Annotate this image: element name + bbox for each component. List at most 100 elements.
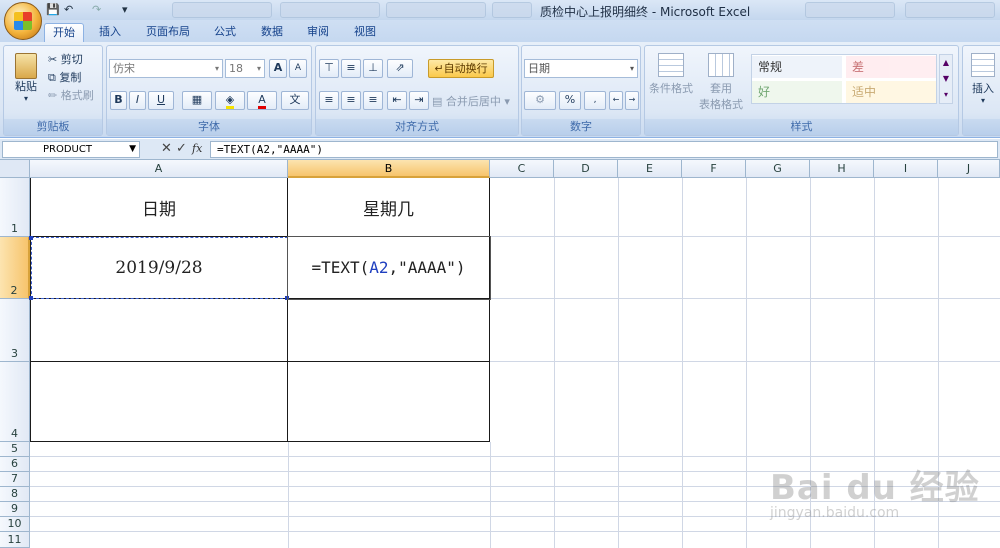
row-header-4[interactable]: 4	[0, 362, 30, 442]
name-box-value: PRODUCT	[43, 144, 92, 155]
cut-button[interactable]: ✂ 剪切	[48, 51, 83, 67]
comma-style-button[interactable]: ,	[584, 91, 606, 110]
undo-icon[interactable]: ↶	[64, 2, 73, 17]
row-header-8[interactable]: 8	[0, 487, 30, 502]
grow-font-button[interactable]: A	[269, 59, 287, 78]
column-header-a[interactable]: A	[30, 160, 288, 178]
tab-data[interactable]: 数据	[252, 23, 292, 42]
tab-page-layout[interactable]: 页面布局	[138, 23, 198, 42]
column-header-b[interactable]: B	[288, 160, 490, 178]
align-left-button[interactable]: ≡	[319, 91, 339, 110]
increase-decimal-button[interactable]: ←	[609, 91, 623, 110]
baidu-watermark-logo: Bai du 经验	[770, 468, 980, 508]
underline-button[interactable]: U	[148, 91, 174, 110]
font-name-select[interactable]: 仿宋 ▾	[109, 59, 223, 78]
column-header-d[interactable]: D	[554, 160, 618, 178]
enter-icon[interactable]: ✓	[176, 141, 187, 156]
taskbar-window[interactable]	[172, 2, 272, 18]
percent-button[interactable]: %	[559, 91, 581, 110]
row-header-11[interactable]: 11	[0, 532, 30, 548]
cell-b1[interactable]: 星期几	[288, 178, 490, 237]
save-icon[interactable]: 💾	[46, 2, 60, 17]
style-normal[interactable]: 常规	[752, 56, 842, 78]
formula-input[interactable]: =TEXT(A2,"AAAA")	[210, 141, 998, 158]
insert-function-icon[interactable]: fx	[192, 142, 202, 155]
decrease-decimal-button[interactable]: →	[625, 91, 639, 110]
align-center-button[interactable]: ≡	[341, 91, 361, 110]
align-bottom-button[interactable]: ⊥	[363, 59, 383, 78]
name-box[interactable]: PRODUCT ▼	[2, 141, 140, 158]
decrease-indent-button[interactable]: ⇤	[387, 91, 407, 110]
cell-b2[interactable]: =TEXT(A2 ,"AAAA")	[288, 237, 490, 299]
align-right-button[interactable]: ≡	[363, 91, 383, 110]
merge-center-button[interactable]: ▤ 合并后居中 ▾	[432, 93, 510, 109]
style-neutral[interactable]: 适中	[846, 81, 936, 103]
row-header-10[interactable]: 10	[0, 517, 30, 532]
cell-a3[interactable]	[30, 299, 288, 362]
cell-a1[interactable]: 日期	[30, 178, 288, 237]
cell-b3[interactable]	[288, 299, 490, 362]
align-top-button[interactable]: ⊤	[319, 59, 339, 78]
copy-button[interactable]: ⧉ 复制	[48, 69, 81, 85]
taskbar-window[interactable]	[492, 2, 532, 18]
cell-b4[interactable]	[288, 362, 490, 442]
format-painter-button[interactable]: ✏ 格式刷	[48, 87, 94, 103]
column-header-e[interactable]: E	[618, 160, 682, 178]
bold-button[interactable]: B	[110, 91, 127, 110]
row-header-2[interactable]: 2	[0, 237, 30, 299]
taskbar-window[interactable]	[805, 2, 895, 18]
font-color-button[interactable]: A	[247, 91, 277, 110]
shrink-font-label: A	[294, 63, 302, 73]
style-good[interactable]: 好	[752, 81, 842, 103]
taskbar-window[interactable]	[280, 2, 380, 18]
reference-handle[interactable]	[285, 296, 289, 300]
conditional-format-button[interactable]: 条件格式	[647, 50, 695, 106]
orientation-button[interactable]: ⇗	[387, 59, 413, 78]
tab-review[interactable]: 审阅	[298, 23, 338, 42]
taskbar-window[interactable]	[905, 2, 995, 18]
align-middle-button[interactable]: ≡	[341, 59, 361, 78]
currency-button[interactable]: ⚙	[524, 91, 556, 110]
border-button[interactable]: ▦	[182, 91, 212, 110]
row-header-5[interactable]: 5	[0, 442, 30, 457]
font-size-select[interactable]: 18 ▾	[225, 59, 265, 78]
taskbar-window[interactable]	[386, 2, 486, 18]
row-header-9[interactable]: 9	[0, 502, 30, 517]
increase-indent-button[interactable]: ⇥	[409, 91, 429, 110]
column-header-h[interactable]: H	[810, 160, 874, 178]
column-header-j[interactable]: J	[938, 160, 1000, 178]
insert-cells-button[interactable]: 插入 ▾	[965, 50, 1000, 106]
column-header-c[interactable]: C	[490, 160, 554, 178]
number-format-select[interactable]: 日期 ▾	[524, 59, 638, 78]
format-as-table-button[interactable]: 套用 表格格式	[697, 50, 745, 112]
customize-qat-icon[interactable]: ▾	[122, 2, 128, 17]
wrap-text-button[interactable]: ↵自动换行	[428, 59, 494, 78]
paste-button[interactable]: 粘贴 ▾	[8, 50, 44, 106]
fill-color-button[interactable]: ◈	[215, 91, 245, 110]
tab-home[interactable]: 开始	[44, 23, 84, 42]
column-header-g[interactable]: G	[746, 160, 810, 178]
row-header-7[interactable]: 7	[0, 472, 30, 487]
shrink-font-button[interactable]: A	[289, 59, 307, 78]
style-bad[interactable]: 差	[846, 56, 936, 78]
column-header-i[interactable]: I	[874, 160, 938, 178]
row-header-3[interactable]: 3	[0, 299, 30, 362]
cell-a4[interactable]	[30, 362, 288, 442]
tab-view[interactable]: 视图	[345, 23, 385, 42]
office-button[interactable]	[4, 2, 42, 40]
tab-insert[interactable]: 插入	[90, 23, 130, 42]
row-header-1[interactable]: 1	[0, 178, 30, 237]
styles-gallery-scroll[interactable]: ▲ ▼ ▾	[939, 54, 953, 104]
row-header-6[interactable]: 6	[0, 457, 30, 472]
select-all-button[interactable]	[0, 160, 30, 178]
italic-button[interactable]: I	[129, 91, 146, 110]
cancel-icon[interactable]: ✕	[161, 141, 172, 156]
phonetic-button[interactable]: 文	[281, 91, 309, 110]
worksheet-grid[interactable]: A B C D E F G H I J 1 2 3 4 5 6 7 8 9 10…	[0, 160, 1000, 548]
cell-a2[interactable]: 2019/9/28	[30, 237, 288, 299]
reference-handle[interactable]	[29, 296, 33, 300]
reference-handle[interactable]	[29, 236, 33, 240]
column-header-f[interactable]: F	[682, 160, 746, 178]
tab-formulas[interactable]: 公式	[205, 23, 245, 42]
redo-icon[interactable]: ↷	[92, 2, 101, 17]
